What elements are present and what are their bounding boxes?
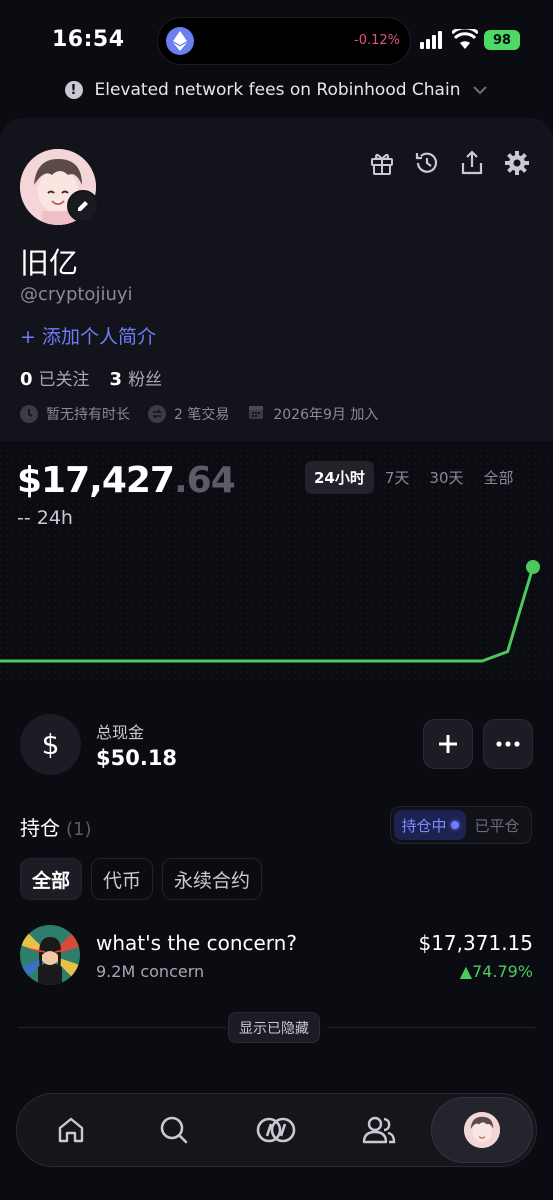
joined-text: 2026年9月 加入 bbox=[273, 407, 379, 423]
display-name: 旧亿 bbox=[20, 246, 79, 280]
banner-text: Elevated network fees on Robinhood Chain bbox=[94, 80, 461, 100]
holdings-count: (1) bbox=[66, 819, 92, 840]
holding-value: $17,371.15 bbox=[418, 931, 533, 955]
toggle-open-label: 持仓中 bbox=[401, 816, 447, 835]
ellipsis-icon bbox=[496, 741, 520, 747]
ethereum-icon bbox=[166, 27, 194, 55]
nav-search[interactable] bbox=[145, 1101, 203, 1159]
gift-button[interactable] bbox=[367, 148, 397, 178]
chevron-down-icon bbox=[473, 86, 488, 95]
range-tab-all[interactable]: 全部 bbox=[475, 461, 523, 494]
battery-level: 98 bbox=[492, 32, 512, 48]
nav-trade[interactable] bbox=[247, 1101, 305, 1159]
follow-stats: 0 已关注 3 粉丝 bbox=[20, 365, 162, 390]
filter-perpetuals[interactable]: 永续合约 bbox=[162, 858, 263, 900]
trade-icon bbox=[256, 1117, 296, 1143]
trades-text: 2 笔交易 bbox=[174, 407, 230, 423]
plus-icon bbox=[439, 735, 457, 753]
calendar-icon bbox=[247, 403, 265, 425]
swap-icon bbox=[148, 405, 166, 423]
holding-time-item: 暂无持有时长 bbox=[20, 404, 130, 424]
settings-button[interactable] bbox=[502, 148, 532, 178]
range-tabs: 24小时 7天 30天 全部 bbox=[305, 461, 523, 494]
nav-social[interactable] bbox=[350, 1101, 408, 1159]
username: @cryptojiuyi bbox=[20, 284, 133, 305]
battery-indicator: 98 bbox=[484, 30, 520, 50]
joined-item: 2026年9月 加入 bbox=[247, 403, 378, 425]
holding-row[interactable]: what's the concern? 9.2M concern $17,371… bbox=[20, 925, 533, 987]
pencil-icon bbox=[78, 201, 88, 211]
filter-tokens[interactable]: 代币 bbox=[91, 858, 154, 900]
range-tab-24h[interactable]: 24小时 bbox=[305, 461, 374, 494]
users-icon bbox=[362, 1116, 396, 1144]
following-count: 0 bbox=[20, 369, 33, 390]
divider bbox=[18, 1027, 226, 1028]
clock-icon bbox=[20, 405, 38, 423]
followers-label: 粉丝 bbox=[128, 370, 163, 390]
following-label: 已关注 bbox=[38, 370, 90, 390]
range-tab-30d[interactable]: 30天 bbox=[420, 461, 472, 494]
chart-last-point bbox=[526, 560, 540, 574]
deposit-button[interactable] bbox=[423, 719, 473, 769]
followers-stat[interactable]: 3 粉丝 bbox=[110, 365, 163, 390]
nav-profile[interactable] bbox=[431, 1097, 533, 1163]
holding-amount: 9.2M concern bbox=[96, 962, 205, 981]
filter-all[interactable]: 全部 bbox=[20, 858, 83, 900]
gift-icon bbox=[371, 153, 393, 175]
range-tab-7d[interactable]: 7天 bbox=[376, 461, 419, 494]
edit-avatar-button[interactable] bbox=[67, 190, 99, 222]
followers-count: 3 bbox=[109, 369, 123, 390]
share-button[interactable] bbox=[457, 148, 487, 178]
profile-avatar-icon bbox=[464, 1112, 500, 1148]
cash-label: 总现金 bbox=[96, 723, 145, 742]
holding-time-text: 暂无持有时长 bbox=[46, 407, 130, 423]
wifi-icon bbox=[450, 26, 480, 49]
active-dot-icon bbox=[450, 821, 459, 829]
toggle-closed-positions[interactable]: 已平仓 bbox=[466, 810, 528, 840]
following-stat[interactable]: 0 已关注 bbox=[20, 365, 90, 390]
profile-meta: 暂无持有时长 2 笔交易 2026年9月 加入 bbox=[20, 403, 378, 425]
cash-value: $50.18 bbox=[96, 746, 178, 770]
home-icon bbox=[58, 1117, 84, 1143]
search-icon bbox=[160, 1116, 188, 1144]
network-fee-banner[interactable]: ! Elevated network fees on Robinhood Cha… bbox=[0, 70, 553, 110]
balance-cents: .64 bbox=[173, 460, 236, 501]
balance-change-24h: -- 24h bbox=[17, 507, 73, 529]
cellular-signal-icon bbox=[420, 31, 444, 49]
toggle-open-positions[interactable]: 持仓中 bbox=[394, 810, 466, 840]
holding-change: ▲74.79% bbox=[459, 962, 533, 981]
balance-dollars: $17,427 bbox=[17, 460, 175, 501]
holdings-title: 持仓 bbox=[20, 816, 60, 840]
dollar-icon: $ bbox=[20, 714, 81, 775]
holding-name: what's the concern? bbox=[96, 931, 297, 955]
portfolio-balance: $17,427.64 bbox=[17, 460, 236, 501]
trades-item: 2 笔交易 bbox=[148, 404, 229, 424]
show-hidden-button[interactable]: 显示已隐藏 bbox=[228, 1012, 320, 1043]
gear-icon bbox=[505, 151, 529, 175]
more-options-button[interactable] bbox=[483, 719, 533, 769]
divider bbox=[327, 1027, 535, 1028]
status-time: 16:54 bbox=[52, 27, 125, 52]
nav-home[interactable] bbox=[42, 1101, 100, 1159]
holdings-filter-row: 全部 代币 永续合约 bbox=[20, 858, 263, 900]
history-button[interactable] bbox=[412, 148, 442, 178]
add-bio-link[interactable]: + 添加个人简介 bbox=[20, 322, 156, 349]
alert-icon: ! bbox=[64, 81, 83, 99]
token-avatar bbox=[20, 925, 80, 985]
island-price-change: -0.12% bbox=[354, 33, 400, 48]
share-icon bbox=[461, 150, 483, 175]
holdings-header: 持仓 (1) bbox=[20, 812, 92, 841]
history-icon bbox=[415, 152, 438, 173]
position-status-toggle: 持仓中 已平仓 bbox=[390, 806, 532, 844]
